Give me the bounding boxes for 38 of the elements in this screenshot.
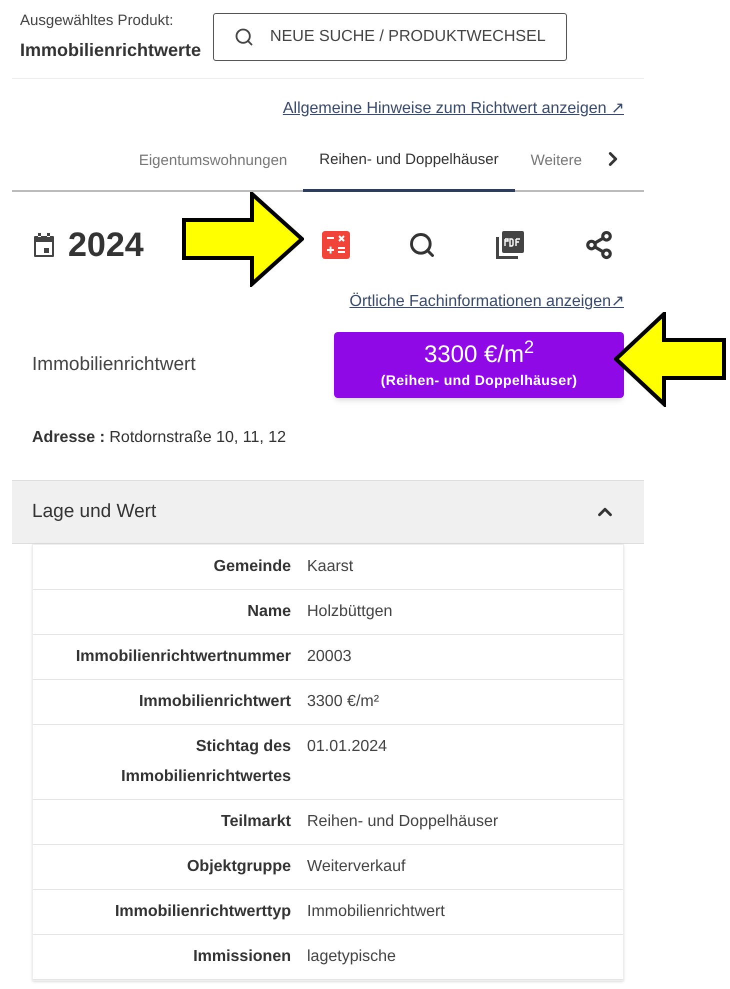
local-info-link[interactable]: Örtliche Fachinformationen anzeigen↗: [350, 290, 624, 314]
table-value-cell-text: Kaarst: [306, 557, 354, 577]
table-value-cell-text: 20003: [306, 647, 352, 667]
new-search-button[interactable]: NEUE SUCHE / PRODUKTWECHSEL: [213, 12, 567, 61]
table-value-cell-text: lagetypische: [306, 947, 396, 967]
table-label-cell-text: Name: [246, 602, 291, 622]
table-value-cell-text: Reihen- und Doppelhäuser: [306, 812, 498, 832]
table-label-cell-text: Immobilienrichtwertnummer: [74, 647, 291, 667]
table-value-cell-text: Immobilienrichtwert: [306, 902, 445, 922]
value-amount: 3300 €/m$^{2}$: [424, 340, 534, 370]
value-label: Immobilienrichtwert: [32, 352, 196, 377]
year-heading: 2024: [68, 224, 144, 266]
calculator-icon[interactable]: [322, 231, 350, 259]
share-icon[interactable]: [584, 230, 614, 260]
search-icon: [234, 26, 254, 47]
search-icon[interactable]: [408, 231, 436, 259]
table-label-cell-text: Immissionen: [192, 947, 291, 967]
tab[interactable]: Reihen- und Doppelhäuser: [303, 144, 515, 192]
table-label-cell-text: Immobilienrichtwert: [138, 692, 291, 712]
calendar-icon: [32, 232, 56, 258]
general-info-link[interactable]: Allgemeine Hinweise zum Richtwert anzeigen ↗: [282, 96, 624, 120]
table-value-cell-text: 3300 €/m²: [306, 692, 380, 712]
table-value-cell-text: Weiterverkauf: [306, 857, 406, 877]
section-header[interactable]: Lage und Wert: [12, 480, 644, 544]
tab[interactable]: Eigentumswohnungen: [122, 146, 304, 190]
product-label: Ausgewähltes Produkt:: [20, 11, 174, 31]
table-label-cell-text: Gemeinde: [212, 557, 291, 577]
product-name: Immobilienrichtwerte: [20, 38, 202, 62]
tab[interactable]: Weitere: [514, 146, 598, 190]
pdf-icon[interactable]: [494, 229, 526, 261]
table-value-cell-text: 01.01.2024: [306, 737, 388, 757]
address-text: Adresse : Rotdornstraße 10, 11, 12: [32, 429, 286, 446]
table-label-cell-text: Stichtag des Immobilienrichtwertes: [120, 737, 291, 787]
table-label-cell-text: Teilmarkt: [220, 812, 291, 832]
value-subtitle: (Reihen- und Doppelhäuser): [380, 370, 578, 390]
table-value-cell-text: Holzbüttgen: [306, 602, 392, 622]
table-label-cell-text: Objektgruppe: [186, 857, 291, 877]
table-label-cell-text: Immobilienrichtwerttyp: [114, 902, 291, 922]
